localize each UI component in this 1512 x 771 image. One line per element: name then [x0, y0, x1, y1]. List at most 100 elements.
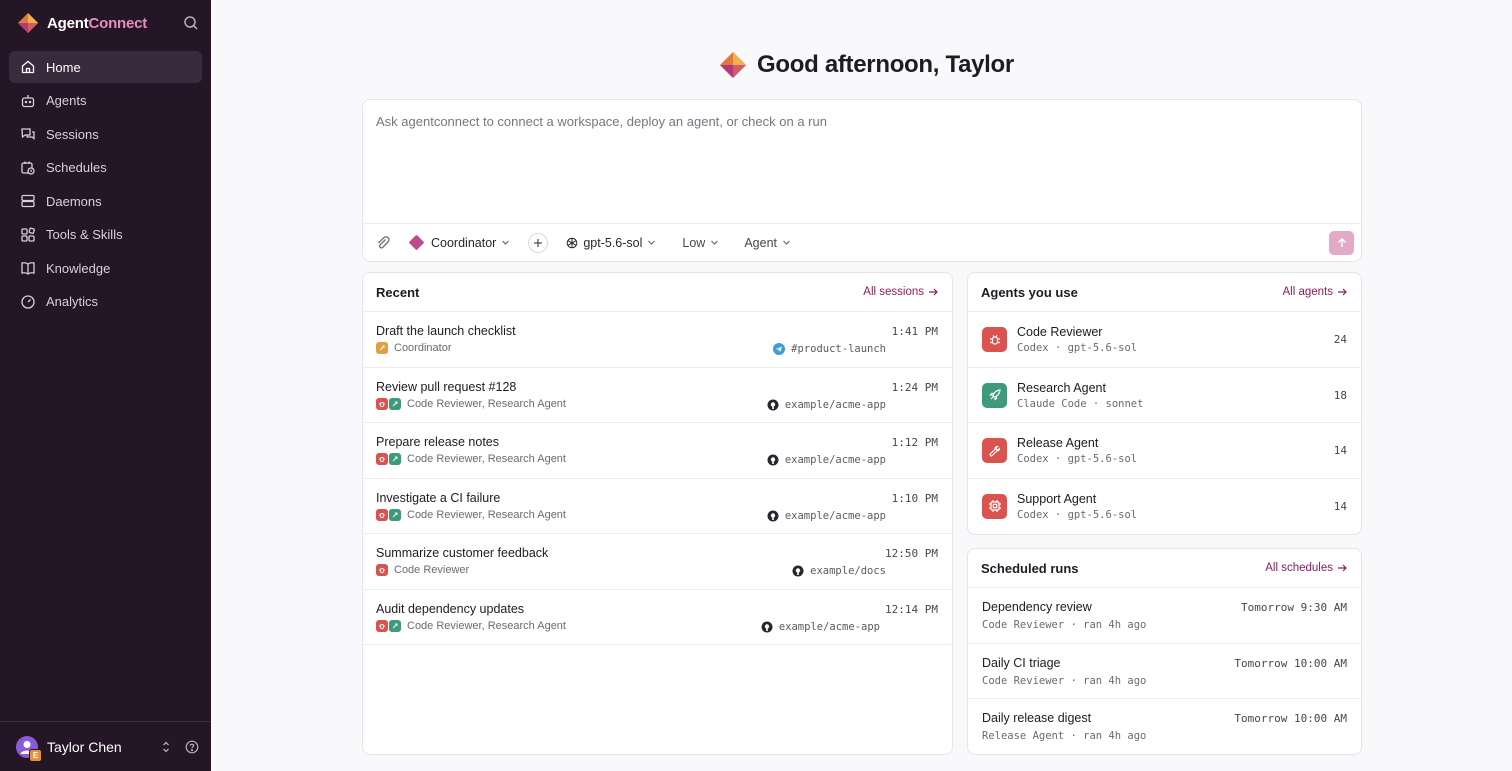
session-row[interactable]: Summarize customer feedback 12:50 PM Cod… — [363, 534, 952, 590]
sidebar-item-schedules[interactable]: Schedules — [9, 152, 202, 184]
session-row[interactable]: Audit dependency updates 12:14 PM Code R… — [363, 590, 952, 645]
chevron-down-icon — [648, 240, 656, 245]
sidebar-item-tools-skills[interactable]: Tools & Skills — [9, 219, 202, 251]
arrow-up-icon — [1337, 238, 1346, 247]
session-title: Review pull request #128 — [376, 379, 517, 394]
model-select[interactable]: gpt-5.6-sol — [566, 236, 656, 250]
agents-header: Agents you use All agents — [968, 273, 1361, 312]
sidebar-item-agents[interactable]: Agents — [9, 85, 202, 117]
greeting: Good afternoon, Taylor — [720, 48, 1014, 82]
session-channel: #product-launch — [773, 343, 886, 355]
scheduled-header: Scheduled runs All schedules — [968, 549, 1361, 588]
session-title: Prepare release notes — [376, 435, 499, 449]
search-icon[interactable] — [182, 14, 200, 32]
session-title: Audit dependency updates — [376, 601, 525, 616]
schedule-row[interactable]: Daily release digest Tomorrow 10:00 AM R… — [968, 699, 1361, 754]
agents-title: Agents you use — [981, 284, 1078, 300]
agent-session-count: 14 — [1333, 499, 1347, 513]
session-time: 1:10 PM — [891, 491, 938, 505]
wrench-icon — [982, 438, 1007, 463]
schedule-row[interactable]: Daily CI triage Tomorrow 10:00 AM Code R… — [968, 644, 1361, 699]
agent-name: Code Reviewer — [1017, 325, 1103, 339]
chevrons-up-down-icon[interactable] — [159, 740, 173, 754]
brand[interactable]: AgentConnect — [18, 12, 147, 34]
page-title: Good afternoon, Taylor — [757, 51, 1014, 78]
chevron-down-icon — [783, 240, 790, 245]
agent-row-code-reviewer[interactable]: Code Reviewer Codex · gpt-5.6-sol 24 — [968, 312, 1361, 368]
sidebar-item-home[interactable]: Home — [9, 51, 202, 83]
schedule-row[interactable]: Dependency review Tomorrow 9:30 AM Code … — [968, 588, 1361, 644]
paperclip-icon[interactable] — [375, 235, 391, 251]
effort-select[interactable]: Low — [682, 236, 719, 250]
agent-row-support-agent[interactable]: Support Agent Codex · gpt-5.6-sol 14 — [968, 479, 1361, 535]
agent-runtime: Codex · gpt-5.6-sol — [1017, 508, 1138, 521]
send-button[interactable] — [1329, 231, 1354, 255]
rocket-icon — [389, 508, 401, 521]
session-repo: example/acme-app — [767, 454, 886, 466]
bug-icon — [982, 327, 1007, 352]
schedule-name: Daily release digest — [982, 711, 1092, 725]
openai-icon — [567, 237, 578, 248]
arrow-right-icon — [1338, 564, 1347, 572]
agent-name: Support Agent — [1017, 491, 1097, 506]
session-row[interactable]: Prepare release notes 1:12 PM Code Revie… — [363, 423, 952, 479]
coordinator-icon — [408, 234, 425, 251]
session-repo: example/acme-app — [767, 399, 886, 411]
agent-row-research-agent[interactable]: Research Agent Claude Code · sonnet 18 — [968, 368, 1361, 423]
session-row[interactable]: Review pull request #128 1:24 PM Code Re… — [363, 368, 952, 423]
bug-icon — [376, 619, 388, 632]
github-icon — [767, 454, 779, 466]
arrow-right-icon — [1338, 288, 1347, 296]
agent-session-count: 14 — [1333, 444, 1347, 457]
schedule-meta: Release Agent · ran 4h ago — [982, 730, 1147, 742]
model-select-label: gpt-5.6-sol — [583, 235, 643, 250]
brand-logo-icon — [720, 52, 746, 78]
mode-select[interactable]: Agent — [744, 236, 791, 250]
server-icon — [21, 194, 35, 208]
agent-select[interactable]: Coordinator — [408, 234, 510, 251]
sidebar-item-sessions[interactable]: Sessions — [9, 118, 202, 150]
all-schedules-link[interactable]: All schedules — [1265, 562, 1347, 574]
effort-select-label: Low — [682, 235, 706, 250]
brand-logo-icon — [18, 13, 38, 33]
schedule-meta: Code Reviewer · ran 4h ago — [982, 674, 1147, 687]
sidebar-item-daemons[interactable]: Daemons — [9, 185, 202, 217]
sidebar-nav: Home Agents Sessions Schedules Daemons T… — [9, 51, 202, 319]
sidebar: AgentConnect Home Agents Sessions Schedu… — [0, 0, 211, 771]
agents-card: Agents you use All agents Code Reviewer … — [967, 272, 1362, 535]
all-sessions-link[interactable]: All sessions — [863, 286, 938, 298]
telegram-icon — [773, 343, 786, 355]
sidebar-item-analytics[interactable]: Analytics — [9, 286, 202, 318]
session-repo: example/docs — [792, 565, 886, 577]
session-agents: Code Reviewer, Research Agent — [376, 619, 566, 632]
sidebar-item-label: Agents — [46, 93, 87, 108]
github-icon — [792, 565, 804, 577]
chevron-down-icon — [502, 240, 510, 245]
sidebar-item-label: Analytics — [46, 294, 99, 309]
sidebar-item-knowledge[interactable]: Knowledge — [9, 252, 202, 284]
gauge-icon — [21, 294, 35, 309]
agent-session-count: 18 — [1333, 388, 1347, 402]
agent-runtime: Codex · gpt-5.6-sol — [1017, 453, 1138, 465]
session-row[interactable]: Draft the launch checklist 1:41 PM Coord… — [363, 312, 952, 368]
sidebar-item-label: Home — [46, 59, 81, 75]
sidebar-item-label: Knowledge — [46, 260, 111, 276]
help-icon[interactable] — [185, 740, 199, 754]
rocket-icon — [389, 397, 401, 410]
session-row[interactable]: Investigate a CI failure 1:10 PM Code Re… — [363, 479, 952, 534]
blocks-icon — [21, 227, 35, 242]
agent-row-release-agent[interactable]: Release Agent Codex · gpt-5.6-sol 14 — [968, 423, 1361, 479]
recent-title: Recent — [376, 284, 420, 300]
prompt-input[interactable] — [363, 100, 1361, 222]
chevron-down-icon — [711, 240, 719, 245]
all-agents-link[interactable]: All agents — [1282, 286, 1347, 298]
agent-session-count: 24 — [1333, 333, 1347, 346]
user-menu[interactable]: E Taylor Chen — [0, 721, 211, 771]
composer-toolbar: Coordinator gpt-5.6-sol Low Agent — [363, 223, 1361, 261]
scheduled-runs-card: Scheduled runs All schedules Dependency … — [967, 548, 1362, 755]
session-title: Investigate a CI failure — [376, 490, 501, 505]
agent-select-label: Coordinator — [431, 235, 497, 250]
add-agent-button[interactable] — [528, 232, 549, 253]
rocket-icon — [982, 382, 1007, 408]
session-time: 12:50 PM — [885, 547, 938, 560]
